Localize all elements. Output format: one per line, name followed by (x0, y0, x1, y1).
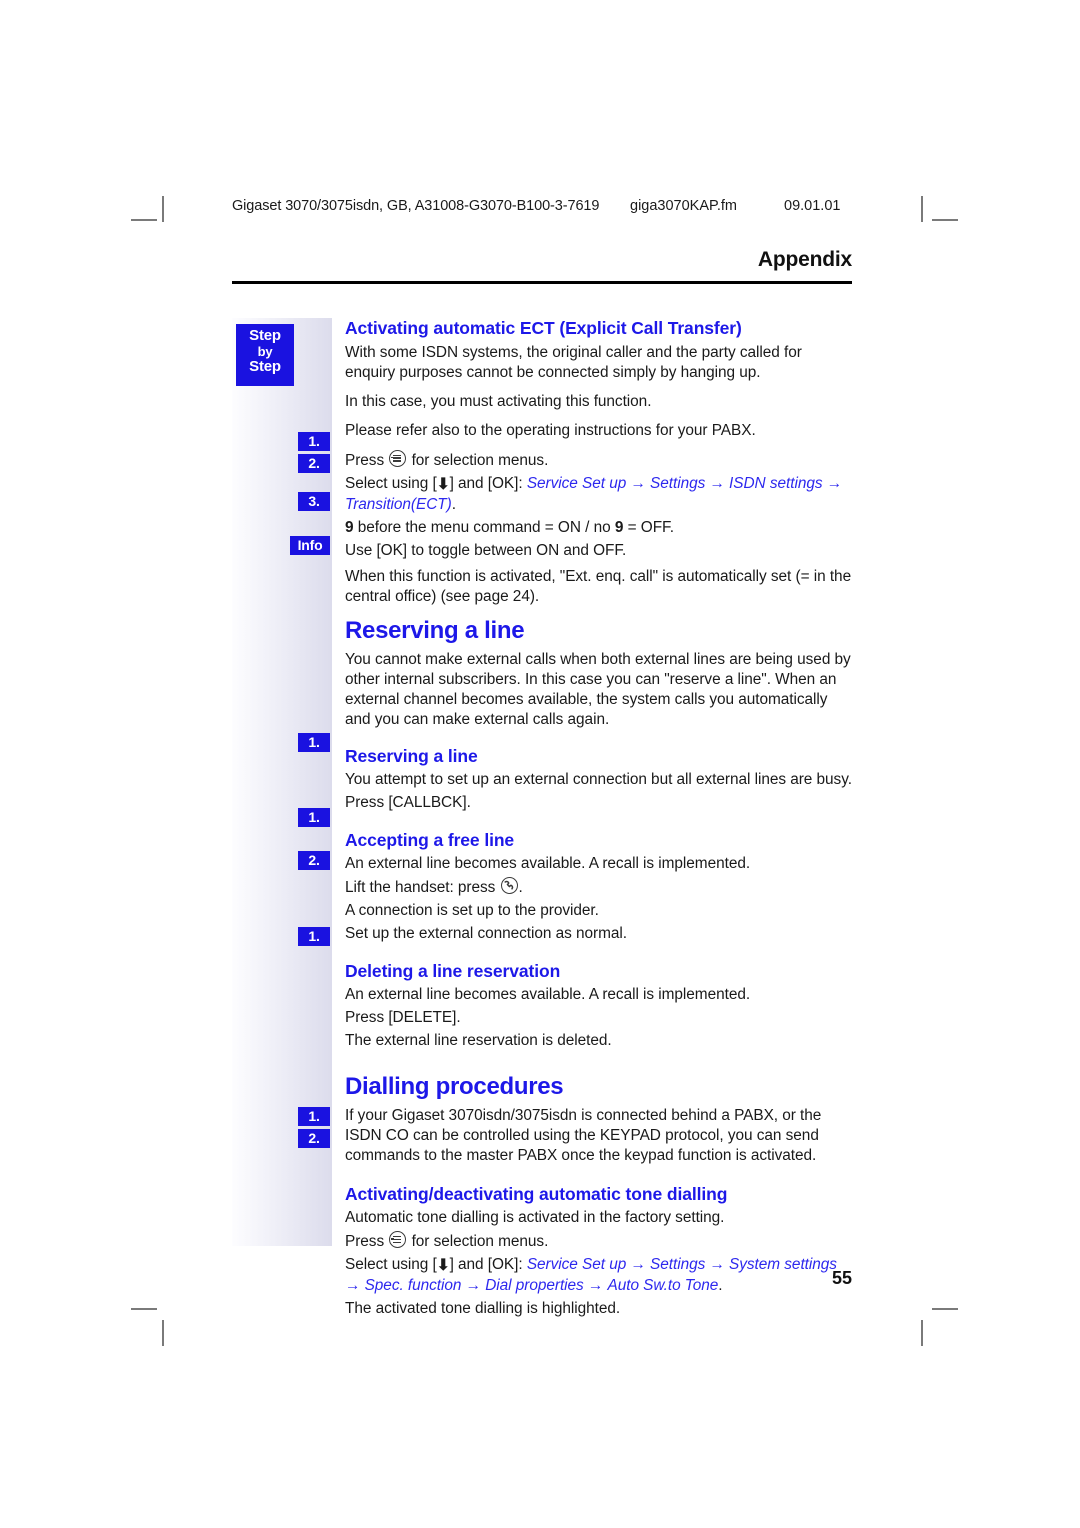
ect-menu-path-1: Service Set up (526, 475, 627, 493)
arrow-icon: → (705, 475, 730, 493)
ect-step-2: Select using [⬇] and [OK]: Service Set u… (345, 474, 852, 515)
deleting-step-1: Press [DELETE]. (345, 1009, 461, 1027)
ect-menu-path-2: Settings (650, 475, 706, 493)
step-by-step-line3: Step (249, 358, 281, 376)
step-by-step-line2: by (257, 343, 273, 359)
ect-paragraph-2: In this case, you must activating this f… (345, 393, 652, 411)
ect-info-text: When this function is activated, "Ext. e… (345, 568, 852, 606)
ect-step-3-line-2: Use [OK] to toggle between ON and OFF. (345, 542, 627, 560)
step-badge-2-accepting: 2. (298, 851, 330, 870)
crop-mark-top-left-horizontal (131, 219, 157, 221)
step-badge-2-ect: 2. (298, 454, 330, 473)
step-badge-3-ect: 3. (298, 492, 330, 511)
step-badge-1-ect: 1. (298, 432, 330, 451)
accepting-line-2: A connection is set up to the provider. (345, 902, 599, 920)
accepting-step-1-post: . (518, 879, 523, 897)
step-badge-1-reserving: 1. (298, 733, 330, 752)
ect-paragraph-1: With some ISDN systems, the original cal… (345, 344, 802, 382)
ect-step-1: Press for selection menus. (345, 450, 852, 471)
ect-step-2-end: . (451, 496, 456, 514)
dialling-step-1-pre: Press (345, 1233, 385, 1251)
heading-accepting-a-free-line: Accepting a free line (345, 830, 515, 851)
deleting-line-1: An external line becomes available. A re… (345, 986, 751, 1004)
ect-paragraph-3: Please refer also to the operating instr… (345, 422, 756, 440)
step-badge-1-deleting: 1. (298, 927, 330, 946)
crop-mark-bottom-left-horizontal (131, 1308, 157, 1310)
crop-mark-top-right-vertical (921, 196, 923, 222)
selection-menu-icon (389, 1231, 407, 1249)
accepting-step-1-pre: Lift the handset: press (345, 879, 496, 897)
document-filename: giga3070KAP.fm (630, 198, 737, 214)
step-by-step-line1: Step (249, 327, 281, 344)
handset-icon (500, 877, 518, 895)
document-header: Gigaset 3070/3075isdn, GB, A31008-G3070-… (232, 198, 892, 214)
crop-mark-bottom-right-horizontal (932, 1308, 958, 1310)
dialling-line-1: Automatic tone dialling is activated in … (345, 1209, 725, 1227)
accepting-step-1: Lift the handset: press . (345, 877, 852, 898)
crop-mark-bottom-right-vertical (921, 1320, 923, 1346)
document-date: 09.01.01 (784, 198, 841, 214)
accepting-line-1: An external line becomes available. A re… (345, 855, 751, 873)
heading-reserving-a-line-sub: Reserving a line (345, 746, 478, 767)
dialling-intro: If your Gigaset 3070isdn/3075isdn is con… (345, 1107, 822, 1165)
step-badge-1-dialling: 1. (298, 1107, 330, 1126)
ect-menu-path-3: ISDN settings (729, 475, 823, 493)
step-by-step-badge: Step by Step (236, 324, 294, 386)
ect-step-1-post: for selection menus. (411, 452, 549, 470)
selection-menu-icon (389, 450, 407, 468)
ect-step-3-text-2: = OFF. (627, 519, 674, 537)
header-rule (232, 281, 852, 284)
content-column: Activating automatic ECT (Explicit Call … (345, 318, 852, 1323)
heading-reserving-a-line: Reserving a line (345, 617, 525, 645)
heading-activating-ect: Activating automatic ECT (Explicit Call … (345, 318, 742, 338)
page-number: 55 (831, 1268, 852, 1288)
info-badge-ect: Info (290, 536, 330, 555)
step-badge-2-dialling: 2. (298, 1129, 330, 1148)
ect-step-3-line-1: 9 before the menu command = ON / no 9 = … (345, 518, 852, 538)
dialling-step-1: Press for selection menus. (345, 1231, 852, 1252)
accepting-step-2: Set up the external connection as normal… (345, 925, 627, 943)
ect-tick-symbol-2: 9 (614, 519, 624, 537)
dialling-after-text: The activated tone dialling is highlight… (345, 1300, 621, 1318)
heading-automatic-tone-dialling: Activating/deactivating automatic tone d… (345, 1184, 728, 1205)
ect-tick-symbol-1: 9 (345, 519, 354, 537)
arrow-icon: → (822, 475, 843, 493)
crop-mark-bottom-left-vertical (162, 1320, 164, 1346)
crop-mark-top-left-vertical (162, 196, 164, 222)
ect-menu-path-4: Transition(ECT) (345, 496, 452, 514)
reserving-intro: You cannot make external calls when both… (345, 651, 851, 729)
down-arrow-key-icon: ⬇ (436, 476, 450, 494)
heading-dialling-procedures: Dialling procedures (345, 1073, 564, 1101)
ect-step-2-mid: ] and [OK]: (449, 475, 523, 493)
heading-deleting-a-line-reservation: Deleting a line reservation (345, 961, 561, 982)
ect-step-1-pre: Press (345, 452, 385, 470)
crop-mark-top-right-horizontal (932, 219, 958, 221)
reserving-line-1: You attempt to set up an external connec… (345, 771, 852, 789)
ect-step-2-pre: Select using [ (345, 475, 437, 493)
running-head: Appendix (757, 248, 852, 271)
step-badge-1-accepting: 1. (298, 808, 330, 827)
ect-step-3-text-1: before the menu command = ON / no (357, 519, 611, 537)
dialling-step-1-post: for selection menus. (411, 1233, 549, 1251)
deleting-line-2: The external line reservation is deleted… (345, 1032, 612, 1050)
reserving-step-1: Press [CALLBCK]. (345, 794, 471, 812)
arrow-icon: → (626, 475, 651, 493)
document-reference: Gigaset 3070/3075isdn, GB, A31008-G3070-… (232, 198, 600, 214)
